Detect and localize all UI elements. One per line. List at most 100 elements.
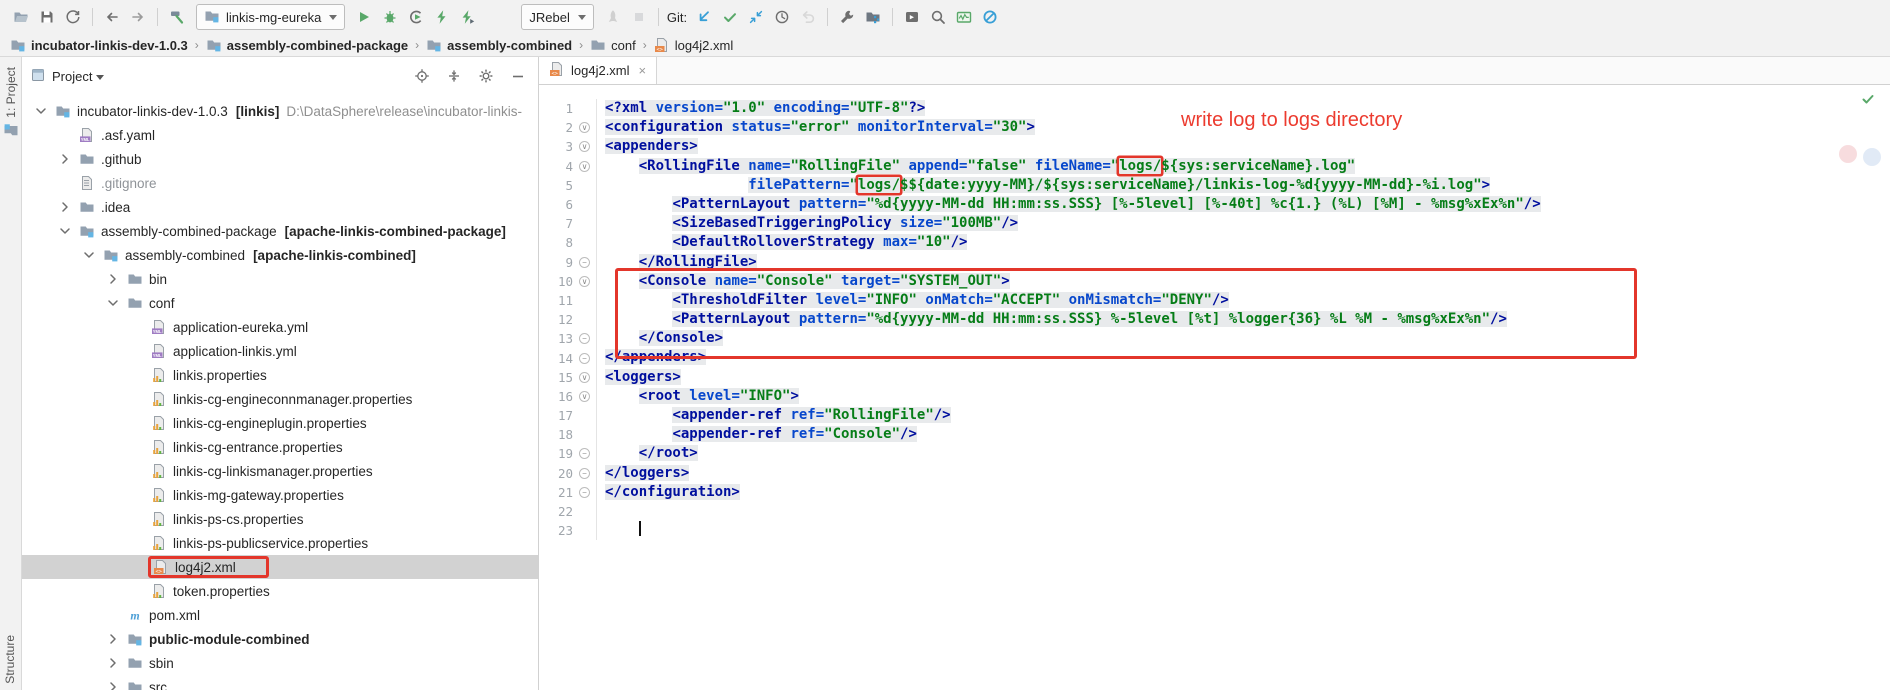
tree-row[interactable]: .github xyxy=(22,147,538,171)
code-line-text[interactable]: <appender-ref ref="RollingFile"/> xyxy=(597,406,951,425)
select-opened-file-button[interactable] xyxy=(412,66,432,86)
expand-collapse-button[interactable] xyxy=(444,66,464,86)
toolwindow-tab-project[interactable]: 1: Project xyxy=(3,67,19,139)
code-line-text[interactable]: <PatternLayout pattern="%d{yyyy-MM-dd HH… xyxy=(597,195,1541,214)
git-merge-button[interactable] xyxy=(743,4,769,30)
rollback-button[interactable] xyxy=(795,4,821,30)
tree-row[interactable]: incubator-linkis-dev-1.0.3[linkis]D:\Dat… xyxy=(22,99,538,123)
tree-item[interactable]: linkis-ps-cs.properties xyxy=(148,510,307,528)
tree-item[interactable]: assembly-combined-package[apache-linkis-… xyxy=(76,222,509,240)
code-line-text[interactable]: </RollingFile> xyxy=(597,253,757,272)
fold-marker-icon[interactable]: − xyxy=(579,353,590,364)
code-line-text[interactable]: filePattern="logs/$${date:yyyy-MM}/${sys… xyxy=(597,176,1490,195)
tree-row[interactable]: linkis-ps-cs.properties xyxy=(22,507,538,531)
code-line-text[interactable] xyxy=(597,521,641,540)
tree-item[interactable]: linkis-cg-entrance.properties xyxy=(148,438,346,456)
code-line-text[interactable]: <appenders> xyxy=(597,137,698,156)
jrebel-run-button[interactable] xyxy=(600,4,626,30)
toolwindow-tab-structure[interactable]: Structure xyxy=(3,635,17,684)
tree-row[interactable]: conf xyxy=(22,291,538,315)
tree-row[interactable]: sbin xyxy=(22,651,538,675)
hide-panel-button[interactable] xyxy=(508,66,528,86)
tree-row[interactable]: .idea xyxy=(22,195,538,219)
tree-row[interactable]: YMLapplication-eureka.yml xyxy=(22,315,538,339)
fold-marker-icon[interactable]: − xyxy=(579,468,590,479)
tree-row[interactable]: .gitignore xyxy=(22,171,538,195)
git-commit-button[interactable] xyxy=(717,4,743,30)
tree-item[interactable]: .idea xyxy=(76,198,133,216)
chevron-down-icon[interactable] xyxy=(54,223,76,239)
history-button[interactable] xyxy=(769,4,795,30)
tree-item[interactable]: linkis-cg-linkismanager.properties xyxy=(148,462,376,480)
chevron-down-icon[interactable] xyxy=(78,247,100,263)
fold-marker-icon[interactable]: − xyxy=(579,448,590,459)
git-update-button[interactable] xyxy=(691,4,717,30)
save-all-button[interactable] xyxy=(34,4,60,30)
chevron-right-icon[interactable] xyxy=(102,679,124,690)
tree-row[interactable]: linkis-cg-engineconnmanager.properties xyxy=(22,387,538,411)
tree-row[interactable]: assembly-combined[apache-linkis-combined… xyxy=(22,243,538,267)
breadcrumb-item[interactable]: conf xyxy=(590,37,636,53)
fold-marker-icon[interactable]: − xyxy=(579,257,590,268)
run-config-select[interactable]: linkis-mg-eureka xyxy=(196,4,345,30)
code-line-text[interactable]: <ThresholdFilter level="INFO" onMatch="A… xyxy=(597,291,1229,310)
profiler-button[interactable] xyxy=(429,4,455,30)
tab-log4j2[interactable]: <> log4j2.xml × xyxy=(539,57,657,84)
tree-row[interactable]: src xyxy=(22,675,538,690)
tree-row[interactable]: bin xyxy=(22,267,538,291)
chevron-right-icon[interactable] xyxy=(102,271,124,287)
tree-item[interactable]: linkis-cg-engineconnmanager.properties xyxy=(148,390,415,408)
fold-marker-icon[interactable]: ∨ xyxy=(579,276,590,287)
code-line-text[interactable]: <PatternLayout pattern="%d{yyyy-MM-dd HH… xyxy=(597,310,1507,329)
breadcrumb-item[interactable]: incubator-linkis-dev-1.0.3 xyxy=(10,37,188,53)
tree-item-boxed[interactable]: <>log4j2.xml xyxy=(148,556,269,578)
tree-row[interactable]: linkis-ps-publicservice.properties xyxy=(22,531,538,555)
fold-marker-icon[interactable]: − xyxy=(579,487,590,498)
code-line-text[interactable]: <configuration status="error" monitorInt… xyxy=(597,118,1035,137)
tree-item[interactable]: incubator-linkis-dev-1.0.3[linkis] xyxy=(52,102,282,120)
breadcrumb-item[interactable]: assembly-combined-package xyxy=(206,37,408,53)
panel-settings-button[interactable] xyxy=(476,66,496,86)
tree-item[interactable]: bin xyxy=(124,270,170,288)
tree-row[interactable]: linkis-cg-engineplugin.properties xyxy=(22,411,538,435)
fold-marker-icon[interactable]: − xyxy=(579,333,590,344)
tree-row[interactable]: assembly-combined-package[apache-linkis-… xyxy=(22,219,538,243)
back-button[interactable] xyxy=(99,4,125,30)
code-line-text[interactable]: <SizeBasedTriggeringPolicy size="100MB"/… xyxy=(597,214,1018,233)
tree-item[interactable]: assembly-combined[apache-linkis-combined… xyxy=(100,246,419,264)
stop-button[interactable] xyxy=(626,4,652,30)
code-line-text[interactable]: <appender-ref ref="Console"/> xyxy=(597,425,917,444)
code-line-text[interactable]: <DefaultRolloverStrategy max="10"/> xyxy=(597,233,967,252)
tree-row[interactable]: <>log4j2.xml xyxy=(22,555,538,579)
run-anything-button[interactable] xyxy=(899,4,925,30)
tree-item[interactable]: mpom.xml xyxy=(124,606,203,624)
open-file-button[interactable] xyxy=(8,4,34,30)
coverage-button[interactable] xyxy=(403,4,429,30)
chevron-right-icon[interactable] xyxy=(102,655,124,671)
tree-row[interactable]: token.properties xyxy=(22,579,538,603)
inspections-ok-icon[interactable] xyxy=(1860,91,1876,112)
code-line-text[interactable]: <?xml version="1.0" encoding="UTF-8"?> xyxy=(597,99,925,118)
tree-row[interactable]: linkis-cg-linkismanager.properties xyxy=(22,459,538,483)
tree-item[interactable]: linkis-cg-engineplugin.properties xyxy=(148,414,370,432)
breadcrumb-item[interactable]: <>log4j2.xml xyxy=(654,37,734,53)
monitor-widget-button[interactable] xyxy=(951,4,977,30)
tree-row[interactable]: YMLapplication-linkis.yml xyxy=(22,339,538,363)
project-panel-title[interactable]: Project xyxy=(52,69,92,84)
block-button[interactable] xyxy=(977,4,1003,30)
tree-item[interactable]: linkis.properties xyxy=(148,366,270,384)
tree-item[interactable]: linkis-ps-publicservice.properties xyxy=(148,534,371,552)
fold-marker-icon[interactable]: ∨ xyxy=(579,372,590,383)
settings-wrench-button[interactable] xyxy=(834,4,860,30)
code-line-text[interactable]: <Console name="Console" target="SYSTEM_O… xyxy=(597,272,1010,291)
forward-button[interactable] xyxy=(125,4,151,30)
breadcrumb-item[interactable]: assembly-combined xyxy=(426,37,572,53)
tree-item[interactable]: YMLapplication-eureka.yml xyxy=(148,318,311,336)
tree-item[interactable]: conf xyxy=(124,294,178,312)
code-line-text[interactable]: </root> xyxy=(597,444,698,463)
code-line-text[interactable]: <loggers> xyxy=(597,368,681,387)
tree-item[interactable]: src xyxy=(124,678,170,690)
build-button[interactable] xyxy=(164,4,190,30)
chevron-right-icon[interactable] xyxy=(54,151,76,167)
code-line-text[interactable]: <RollingFile name="RollingFile" append="… xyxy=(597,157,1355,176)
